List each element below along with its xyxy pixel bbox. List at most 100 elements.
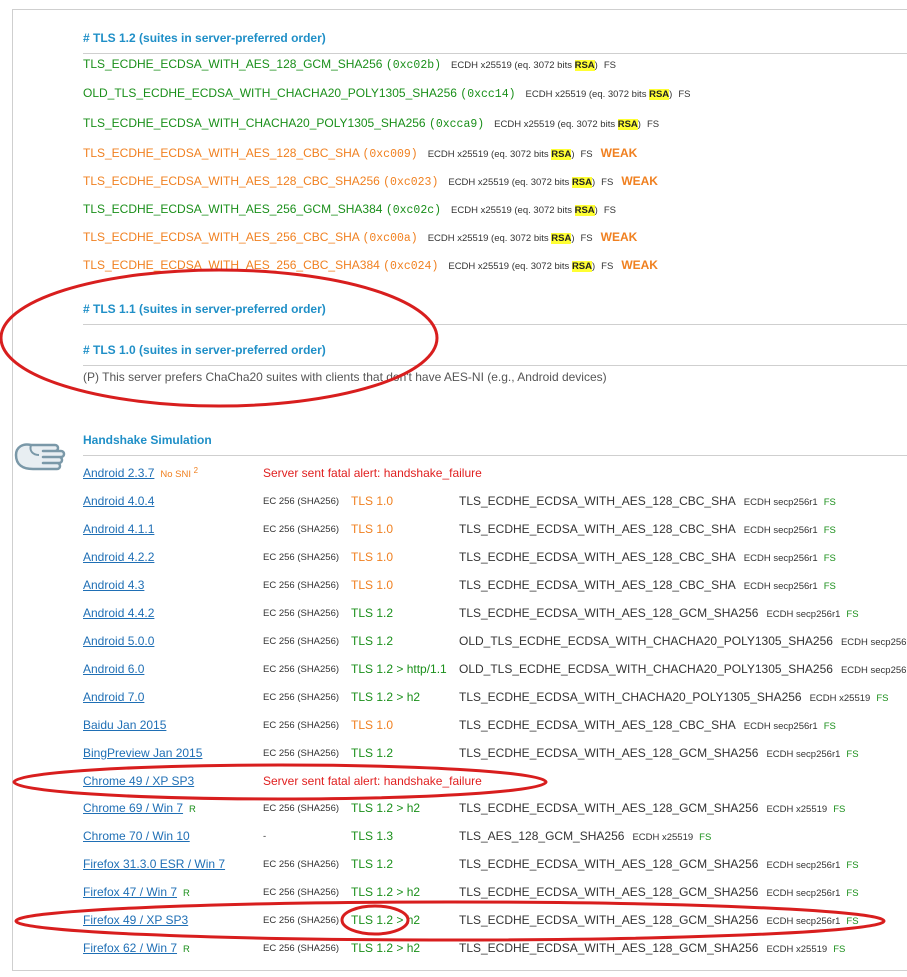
- client-name[interactable]: BingPreview Jan 2015: [83, 746, 202, 760]
- client-link[interactable]: BingPreview Jan 2015: [83, 746, 202, 760]
- client-name[interactable]: Firefox 47 / Win 7: [83, 885, 177, 899]
- negotiated-cipher: TLS_ECDHE_ECDSA_WITH_AES_128_GCM_SHA256 E…: [459, 885, 859, 899]
- client-link[interactable]: Firefox 49 / XP SP3: [83, 913, 188, 927]
- client-link[interactable]: Android 7.0: [83, 690, 144, 704]
- protocol: TLS 1.0: [351, 494, 394, 508]
- protocol: TLS 1.2: [351, 857, 394, 871]
- suite-code: (0xc02b): [385, 59, 442, 72]
- simulation-row: Baidu Jan 2015 EC 256 (SHA256) TLS 1.0 TLS_…: [83, 714, 907, 738]
- divider: [83, 455, 907, 456]
- cipher-suite-row: TLS_ECDHE_ECDSA_WITH_AES_128_CBC_SHA (0x…: [83, 146, 637, 166]
- client-name[interactable]: Chrome 70 / Win 10: [83, 829, 190, 843]
- ecdh-curve: ECDH x25519: [632, 832, 694, 843]
- simulation-row: Android 7.0 EC 256 (SHA256) TLS 1.2 > h2 TL…: [83, 686, 907, 710]
- client-name[interactable]: Android 4.3: [83, 578, 144, 592]
- cipher-suite-row: TLS_ECDHE_ECDSA_WITH_AES_256_CBC_SHA (0x…: [83, 230, 637, 250]
- no-sni-text: No SNI: [160, 469, 192, 481]
- client-name[interactable]: Android 6.0: [83, 662, 144, 676]
- server-key: EC 256 (SHA256): [263, 887, 340, 898]
- client-name[interactable]: Android 5.0.0: [83, 634, 154, 648]
- suite-code: (0xc009): [362, 148, 418, 161]
- protocol: TLS 1.0: [351, 718, 394, 732]
- cipher-name: TLS_ECDHE_ECDSA_WITH_AES_128_GCM_SHA256: [459, 913, 759, 927]
- suite-name: TLS_ECDHE_ECDSA_WITH_AES_256_GCM_SHA384: [83, 202, 383, 216]
- client-name[interactable]: Firefox 49 / XP SP3: [83, 913, 188, 927]
- client-name[interactable]: Firefox 31.3.0 ESR / Win 7: [83, 857, 225, 871]
- key-exchange-text: ECDH x25519 (eq. 3072 bits: [525, 89, 650, 100]
- client-link[interactable]: Chrome 49 / XP SP3: [83, 774, 194, 788]
- server-key: EC 256 (SHA256): [263, 943, 340, 954]
- client-link[interactable]: Chrome 69 / Win 7 R: [83, 801, 196, 815]
- tls12-heading: # TLS 1.2 (suites in server-preferred or…: [83, 31, 326, 45]
- server-key: -: [263, 831, 267, 842]
- client-link[interactable]: Android 4.3: [83, 578, 144, 592]
- client-name[interactable]: Android 4.4.2: [83, 606, 154, 620]
- key-exchange: ECDH x25519 (eq. 3072 bits RSA): [451, 60, 598, 71]
- fs-badge: FS: [846, 888, 859, 899]
- client-name[interactable]: Chrome 69 / Win 7: [83, 801, 183, 815]
- key-exchange: ECDH x25519 (eq. 3072 bits RSA): [428, 149, 575, 160]
- server-key: EC 256 (SHA256): [263, 748, 340, 759]
- client-link[interactable]: Chrome 70 / Win 10: [83, 829, 190, 843]
- client-link[interactable]: Android 6.0: [83, 662, 144, 676]
- server-key: EC 256 (SHA256): [263, 664, 340, 675]
- client-link[interactable]: Android 4.1.1: [83, 522, 154, 536]
- client-name[interactable]: Android 4.0.4: [83, 494, 154, 508]
- handshake-error: Server sent fatal alert: handshake_failu…: [263, 774, 482, 788]
- key-exchange-end: ): [592, 177, 596, 188]
- key-exchange-end: ): [594, 60, 598, 71]
- ecdh-curve: ECDH x25519: [766, 944, 828, 955]
- client-name[interactable]: Android 4.1.1: [83, 522, 154, 536]
- server-key: EC 256 (SHA256): [263, 720, 340, 731]
- negotiated-cipher: TLS_ECDHE_ECDSA_WITH_AES_128_GCM_SHA256 E…: [459, 801, 845, 815]
- client-name[interactable]: Android 7.0: [83, 690, 144, 704]
- client-link[interactable]: Baidu Jan 2015: [83, 718, 166, 732]
- negotiated-cipher: TLS_ECDHE_ECDSA_WITH_AES_128_GCM_SHA256 E…: [459, 746, 859, 760]
- client-link[interactable]: Android 4.2.2: [83, 550, 154, 564]
- negotiated-cipher: TLS_AES_128_GCM_SHA256 ECDH x25519 FS: [459, 829, 711, 843]
- simulation-row: Chrome 49 / XP SP3 Server sent fatal aler…: [83, 770, 907, 794]
- fs-badge: FS: [833, 804, 846, 815]
- rsa-highlight: RSA: [574, 205, 595, 216]
- ecdh-curve: ECDH x25519: [766, 804, 828, 815]
- server-key: EC 256 (SHA256): [263, 803, 340, 814]
- client-name[interactable]: Baidu Jan 2015: [83, 718, 166, 732]
- simulation-row: Firefox 47 / Win 7 R EC 256 (SHA256) TLS 1.…: [83, 881, 907, 905]
- client-name[interactable]: Android 4.2.2: [83, 550, 154, 564]
- ecdh-curve: ECDH secp256r1: [743, 497, 818, 508]
- client-link[interactable]: Firefox 62 / Win 7 R: [83, 941, 190, 955]
- client-link[interactable]: Android 5.0.0: [83, 634, 154, 648]
- client-link[interactable]: Android 2.3.7 No SNI 2: [83, 466, 198, 480]
- fs-badge: FS: [823, 721, 836, 732]
- fs-badge: FS: [601, 177, 614, 188]
- suite-code: (0xcca9): [428, 118, 485, 131]
- cipher-suite-row: TLS_ECDHE_ECDSA_WITH_AES_128_CBC_SHA256 …: [83, 174, 658, 194]
- cipher-name: TLS_ECDHE_ECDSA_WITH_AES_128_GCM_SHA256: [459, 606, 759, 620]
- server-key: EC 256 (SHA256): [263, 915, 340, 926]
- server-key: EC 256 (SHA256): [263, 692, 340, 703]
- client-link[interactable]: Firefox 47 / Win 7 R: [83, 885, 190, 899]
- suite-name: TLS_ECDHE_ECDSA_WITH_CHACHA20_POLY1305_S…: [83, 116, 426, 130]
- ecdh-curve: ECDH secp256r1: [766, 609, 841, 620]
- suite-code: (0xc00a): [362, 232, 418, 245]
- cipher-suite-row: TLS_ECDHE_ECDSA_WITH_AES_256_GCM_SHA384 …: [83, 202, 616, 222]
- ecdh-curve: ECDH secp256r1: [743, 581, 818, 592]
- client-link[interactable]: Android 4.0.4: [83, 494, 154, 508]
- fs-badge: FS: [699, 832, 712, 843]
- client-link[interactable]: Android 4.4.2: [83, 606, 154, 620]
- suite-name: TLS_ECDHE_ECDSA_WITH_AES_128_GCM_SHA256: [83, 57, 383, 71]
- client-link[interactable]: Firefox 31.3.0 ESR / Win 7: [83, 857, 225, 871]
- ecdh-curve: ECDH secp256r1: [743, 553, 818, 564]
- server-key: EC 256 (SHA256): [263, 580, 340, 591]
- protocol: TLS 1.0: [351, 522, 394, 536]
- cipher-suite-row: OLD_TLS_ECDHE_ECDSA_WITH_CHACHA20_POLY13…: [83, 86, 690, 106]
- key-exchange-text: ECDH x25519 (eq. 3072 bits: [448, 177, 572, 188]
- simulation-row: Android 5.0.0 EC 256 (SHA256) TLS 1.2 OLD_T…: [83, 630, 907, 654]
- suite-name: TLS_ECDHE_ECDSA_WITH_AES_128_CBC_SHA: [83, 146, 360, 160]
- rsa-highlight: RSA: [574, 60, 595, 71]
- weak-badge: WEAK: [621, 174, 658, 188]
- client-name[interactable]: Chrome 49 / XP SP3: [83, 774, 194, 788]
- client-name[interactable]: Android 2.3.7: [83, 466, 154, 480]
- cipher-name: TLS_ECDHE_ECDSA_WITH_AES_128_CBC_SHA: [459, 718, 736, 732]
- client-name[interactable]: Firefox 62 / Win 7: [83, 941, 177, 955]
